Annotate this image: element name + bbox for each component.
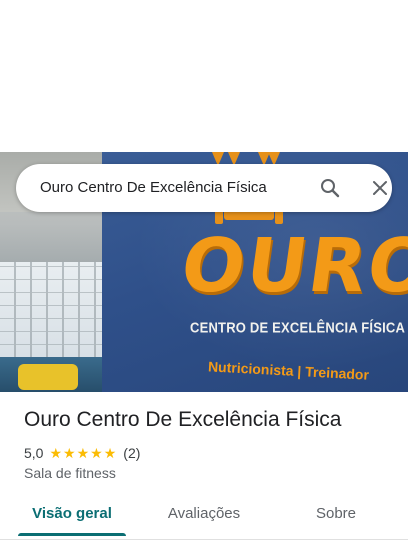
search-input[interactable]: Ouro Centro De Excelência Física	[40, 179, 267, 196]
map-top-area	[0, 0, 408, 152]
tab-overview[interactable]: Visão geral	[0, 505, 144, 522]
tab-reviews[interactable]: Avaliações	[144, 505, 264, 522]
tab-about[interactable]: Sobre	[264, 505, 408, 522]
star-rating: ★ ★ ★ ★ ★	[49, 446, 117, 460]
logo-subtitle: CENTRO DE EXCELÊNCIA FÍSICA	[190, 319, 406, 336]
place-category[interactable]: Sala de fitness	[24, 465, 116, 481]
tab-bar: Visão geral Avaliações Sobre	[0, 496, 408, 540]
photo-equipment	[18, 364, 78, 390]
photo-window	[0, 262, 102, 357]
logo-text: OURO	[175, 223, 408, 309]
rating-value: 5,0	[24, 445, 44, 461]
star-icon: ★	[90, 445, 103, 461]
active-tab-indicator	[18, 533, 126, 536]
rating-row[interactable]: 5,0 ★ ★ ★ ★ ★ (2)	[24, 444, 140, 462]
star-icon: ★	[49, 445, 63, 461]
close-icon[interactable]	[368, 176, 392, 200]
star-icon: ★	[76, 445, 90, 461]
place-title: Ouro Centro De Excelência Física	[24, 408, 342, 431]
star-icon: ★	[63, 445, 76, 461]
review-count[interactable]: (2)	[123, 445, 140, 461]
search-icon[interactable]	[318, 176, 342, 200]
star-icon: ★	[103, 445, 117, 461]
search-box[interactable]: Ouro Centro De Excelência Física	[16, 164, 392, 212]
